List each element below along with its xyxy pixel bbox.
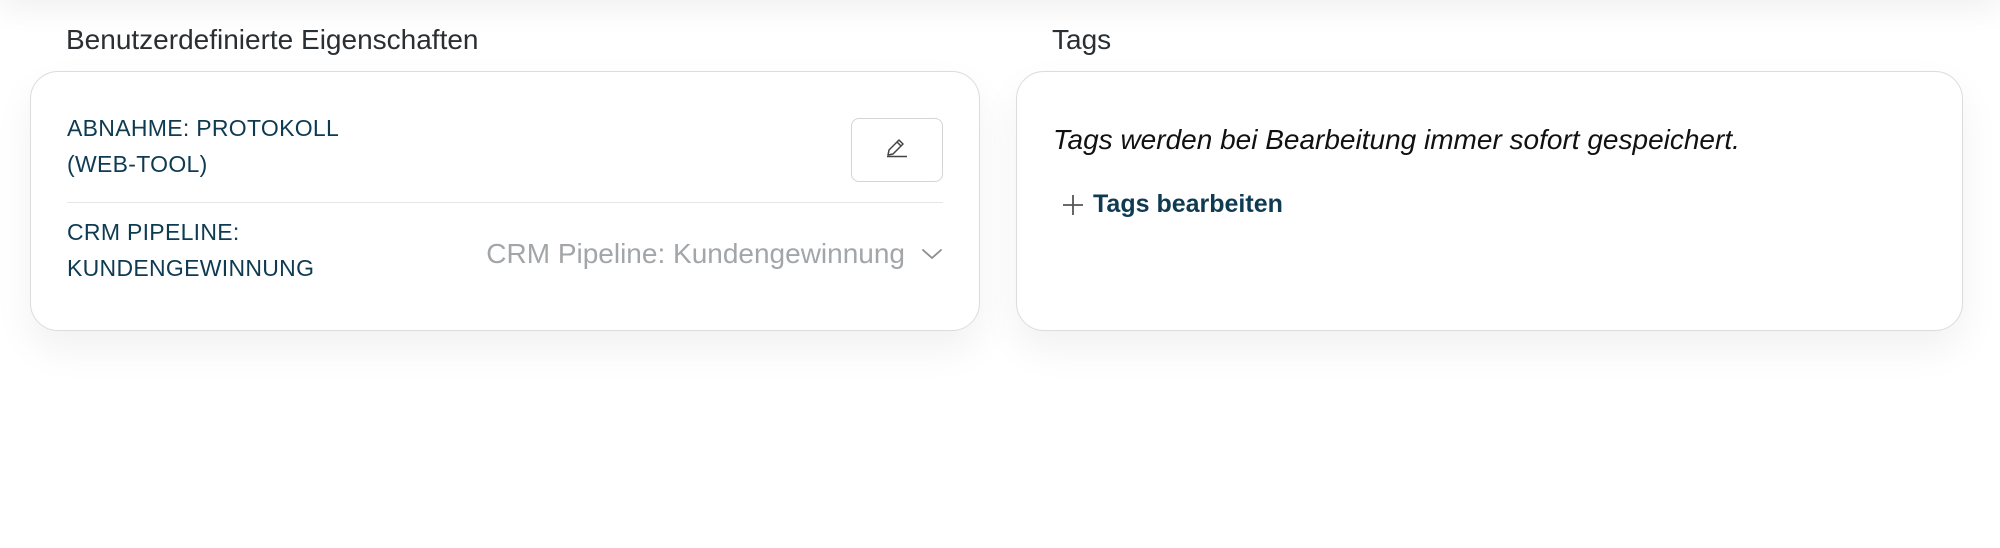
edit-tags-button[interactable]: Tags bearbeiten [1061, 190, 1283, 219]
property-label: ABNAHME: PROTOKOLL (WEB-TOOL) [67, 110, 397, 182]
crm-pipeline-select-value: CRM Pipeline: Kundengewinnung [486, 238, 905, 269]
property-label-line1: ABNAHME: PROTOKOLL [67, 115, 340, 141]
property-row-crm-pipeline: CRM PIPELINE: KUNDENGEWINNUNG CRM Pipeli… [67, 212, 943, 302]
edit-tags-label: Tags bearbeiten [1093, 190, 1283, 218]
property-label: CRM PIPELINE: KUNDENGEWINNUNG [67, 214, 397, 286]
property-label-line1: CRM PIPELINE: [67, 219, 240, 245]
tags-title: Tags [1052, 24, 1112, 55]
tags-card: Tags werden bei Bearbeitung immer sofort… [1016, 71, 1963, 331]
property-label-line2: (WEB-TOOL) [67, 151, 208, 177]
chevron-down-icon [921, 243, 943, 265]
tags-note: Tags werden bei Bearbeitung immer sofort… [1053, 124, 1740, 155]
pencil-icon [884, 137, 910, 164]
property-label-line2: KUNDENGEWINNUNG [67, 255, 315, 281]
plus-icon [1061, 193, 1085, 217]
property-row-abnahme: ABNAHME: PROTOKOLL (WEB-TOOL) [67, 110, 943, 203]
edit-property-button[interactable] [851, 118, 943, 182]
crm-pipeline-select[interactable]: CRM Pipeline: Kundengewinnung [486, 234, 943, 274]
custom-properties-title: Benutzerdefinierte Eigenschaften [66, 24, 479, 55]
custom-properties-card: ABNAHME: PROTOKOLL (WEB-TOOL) CRM PIPELI… [30, 71, 980, 331]
